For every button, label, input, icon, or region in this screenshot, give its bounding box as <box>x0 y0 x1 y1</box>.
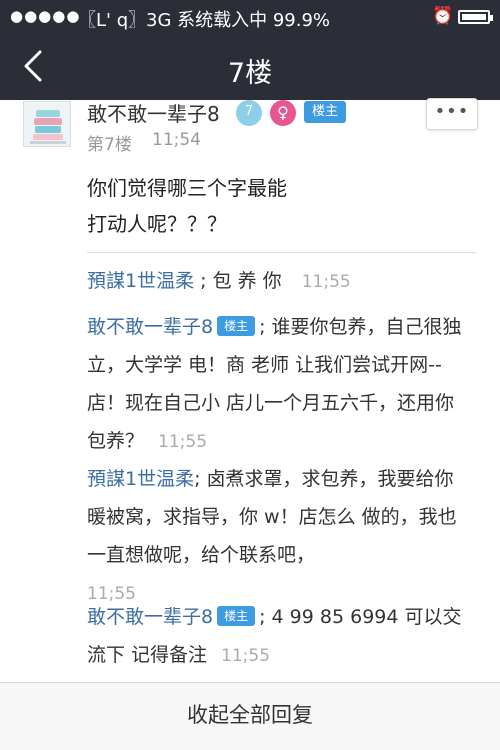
post-author-name[interactable]: 敢不敢一辈子8 <box>87 98 220 127</box>
level-badge: 7 <box>236 100 262 126</box>
page-title: 7楼 <box>227 58 273 89</box>
owner-badge: 楼主 <box>304 101 346 123</box>
more-options-button[interactable]: ••• <box>426 98 478 130</box>
owner-badge: 楼主 <box>217 606 256 626</box>
status-bar: ●●●●● 〖L' q〗 3G 系统载入中 99.9% ⏰ <box>0 0 500 34</box>
network-status: 3G 系统载入中 99.9% <box>146 10 331 31</box>
divider <box>87 252 476 253</box>
alarm-icon: ⏰ <box>432 6 454 26</box>
reply-item: 預謀1世温柔 ; 包 养 你 11;55 <box>87 262 472 301</box>
bottom-bar: 收起全部回复 <box>0 682 500 750</box>
avatar[interactable] <box>23 101 71 147</box>
collapse-all-replies-button[interactable]: 收起全部回复 <box>187 699 313 729</box>
teacup-stack-image <box>24 102 70 146</box>
reply-author-name[interactable]: 預謀1世温柔 <box>87 468 194 490</box>
female-icon: ♀ <box>270 100 296 126</box>
owner-badge: 楼主 <box>217 316 256 336</box>
battery-icon <box>458 10 493 24</box>
reply-time: 11;55 <box>301 272 351 292</box>
reply-time: 11;55 <box>221 646 271 666</box>
signal-strength-indicator: ●●●●● <box>10 7 81 25</box>
floor-number: 第7楼 <box>87 135 132 155</box>
reply-item: 敢不敢一辈子8 楼主; 4 99 85 6994 可以交流下 记得备注 11;55 <box>87 598 472 675</box>
post-content-line: 你们觉得哪三个字最能 <box>87 176 287 200</box>
reply-time: 11;55 <box>158 432 208 452</box>
post-content-line: 打动人呢？？？ <box>87 212 227 236</box>
top-bar: ●●●●● 〖L' q〗 3G 系统载入中 99.9% ⏰ 7楼 <box>0 0 500 100</box>
navigation-bar: 7楼 <box>0 34 500 100</box>
reply-author-name[interactable]: 敢不敢一辈子8 <box>87 606 213 628</box>
reply-author-name[interactable]: 預謀1世温柔 <box>87 270 194 292</box>
carrier-name: 〖L' q〗 <box>78 10 147 31</box>
post-time: 11;54 <box>152 130 201 150</box>
reply-item: 預謀1世温柔; 卤煮求罩，求包养，我要给你 暖被窝，求指导，你 w！店怎么 做的… <box>87 460 472 613</box>
reply-item: 敢不敢一辈子8 楼主; 谁要你包养，自己很独立，大学学 电！商 老师 让我们尝试开… <box>87 308 472 461</box>
reply-text: ; 包 养 你 <box>200 270 282 292</box>
reply-author-name[interactable]: 敢不敢一辈子8 <box>87 316 213 338</box>
post-content: 你们觉得哪三个字最能 打动人呢？？？ <box>87 170 387 242</box>
